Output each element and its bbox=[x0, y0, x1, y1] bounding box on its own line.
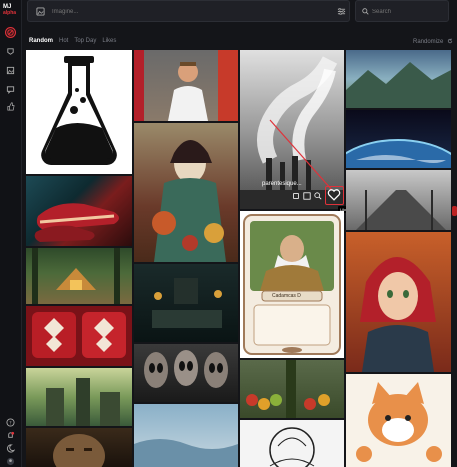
image-ancient-face[interactable] bbox=[26, 428, 132, 467]
gallery-icon[interactable] bbox=[5, 65, 16, 76]
search-icon bbox=[362, 8, 369, 15]
tab-hot[interactable]: Hot bbox=[59, 38, 68, 44]
tab-top-day[interactable]: Top Day bbox=[74, 38, 96, 44]
theme-icon[interactable] bbox=[5, 443, 16, 454]
search-box[interactable] bbox=[355, 0, 449, 22]
image-redhead-girl[interactable] bbox=[346, 232, 451, 372]
chat-icon[interactable] bbox=[5, 84, 16, 95]
gallery-icon[interactable] bbox=[303, 192, 311, 200]
scroll-handle[interactable] bbox=[452, 206, 457, 216]
image-water[interactable] bbox=[134, 404, 238, 467]
like-icon[interactable] bbox=[5, 101, 16, 112]
image-mountains[interactable] bbox=[346, 50, 451, 108]
card-name: Cadamcas D bbox=[272, 293, 301, 299]
profile-icon[interactable] bbox=[5, 456, 16, 467]
refresh-icon bbox=[447, 38, 453, 44]
randomize-label: Randomize bbox=[413, 39, 444, 45]
tune-icon[interactable] bbox=[337, 7, 346, 16]
help-icon[interactable]: ? bbox=[5, 417, 16, 428]
overlay-title: parentesique... bbox=[262, 181, 302, 187]
brand-logo[interactable]: MJ alpha bbox=[3, 4, 21, 16]
notification-icon[interactable] bbox=[5, 430, 16, 441]
image-flask[interactable] bbox=[26, 50, 132, 174]
image-line-art[interactable] bbox=[240, 420, 344, 467]
copy-icon[interactable] bbox=[292, 192, 300, 200]
image-shiba[interactable] bbox=[346, 374, 451, 467]
tab-random[interactable]: Random bbox=[29, 38, 53, 44]
feed-tabs: Random Hot Top Day Likes bbox=[29, 38, 116, 44]
create-icon[interactable] bbox=[5, 27, 16, 38]
heart-icon bbox=[327, 189, 341, 201]
tab-likes[interactable]: Likes bbox=[102, 38, 116, 44]
explore-icon[interactable] bbox=[5, 46, 16, 57]
image-geisha-art[interactable] bbox=[134, 123, 238, 262]
image-runner[interactable] bbox=[134, 50, 238, 121]
image-aliens[interactable] bbox=[134, 344, 238, 402]
image-sneakers[interactable] bbox=[26, 176, 132, 246]
image-market[interactable] bbox=[240, 360, 344, 418]
overlay-actions bbox=[292, 192, 322, 200]
like-button[interactable] bbox=[325, 186, 344, 205]
sidebar: MJ alpha ? bbox=[0, 0, 22, 467]
image-bridge[interactable] bbox=[346, 170, 451, 230]
search-icon[interactable] bbox=[314, 192, 322, 200]
prompt-bar[interactable] bbox=[27, 0, 350, 22]
image-pillows[interactable] bbox=[26, 306, 132, 366]
image-jungle-city[interactable] bbox=[26, 368, 132, 426]
randomize-button[interactable]: Randomize bbox=[413, 38, 453, 45]
search-input[interactable] bbox=[372, 7, 442, 17]
image-dark-room[interactable] bbox=[134, 264, 238, 342]
prompt-input[interactable] bbox=[52, 7, 332, 17]
image-earth-space[interactable] bbox=[346, 110, 451, 168]
image-icon[interactable] bbox=[36, 7, 45, 16]
brand-sub: alpha bbox=[3, 10, 17, 16]
image-character-card[interactable] bbox=[240, 211, 344, 358]
image-forest-cabin[interactable] bbox=[26, 248, 132, 304]
